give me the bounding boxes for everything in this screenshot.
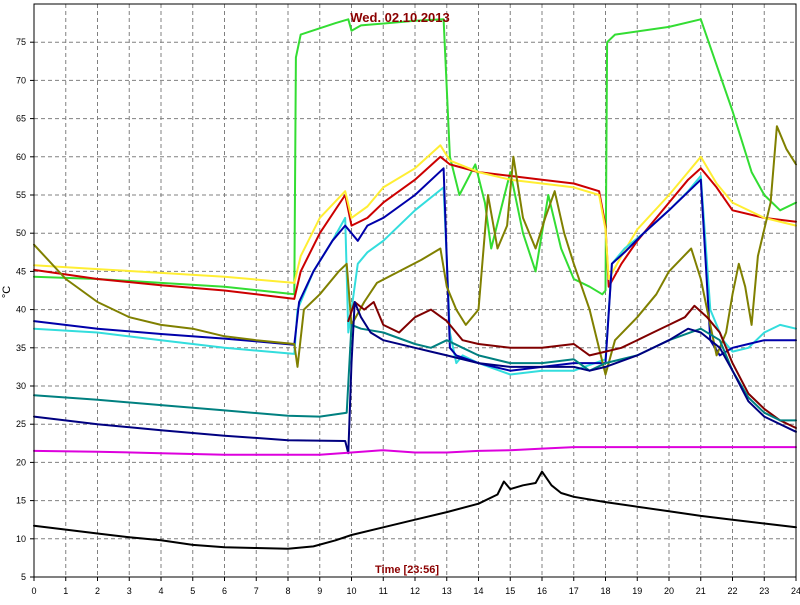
x-tick-label: 16 <box>537 586 547 596</box>
x-tick-label: 4 <box>158 586 163 596</box>
y-tick-label: 40 <box>16 305 26 315</box>
y-tick-label: 20 <box>16 457 26 467</box>
x-tick-label: 5 <box>190 586 195 596</box>
x-tick-label: 0 <box>31 586 36 596</box>
y-tick-label: 25 <box>16 419 26 429</box>
x-tick-label: 21 <box>696 586 706 596</box>
y-tick-label: 30 <box>16 381 26 391</box>
x-tick-label: 1 <box>63 586 68 596</box>
x-tick-label: 23 <box>759 586 769 596</box>
y-tick-label: 45 <box>16 266 26 276</box>
y-tick-label: 35 <box>16 343 26 353</box>
x-tick-label: 17 <box>569 586 579 596</box>
y-tick-label: 70 <box>16 75 26 85</box>
x-tick-label: 2 <box>95 586 100 596</box>
x-tick-label: 7 <box>254 586 259 596</box>
chart-container: 0 1 2 3 4 5 6 7 8 9 10 11 12 13 14 15 16 17 18 19 20 21 22 23 24… <box>0 0 800 600</box>
y-tick-label: 10 <box>16 534 26 544</box>
line-chart: 0 1 2 3 4 5 6 7 8 9 10 11 12 13 14 15 16 17 18 19 20 21 22 23 24… <box>0 0 800 600</box>
y-tick-label: 75 <box>16 37 26 47</box>
y-tick-label: 5 <box>21 572 26 582</box>
x-tick-label: 14 <box>473 586 483 596</box>
x-tick-label: 24 <box>791 586 800 596</box>
x-tick-label: 20 <box>664 586 674 596</box>
x-tick-label: 8 <box>285 586 290 596</box>
y-axis-label: °C <box>1 286 13 298</box>
x-tick-label: 11 <box>379 586 388 596</box>
x-tick-label: 9 <box>317 586 322 596</box>
x-tick-label: 3 <box>127 586 132 596</box>
y-tick-label: 60 <box>16 152 26 162</box>
y-tick-label: 55 <box>16 190 26 200</box>
chart-title: Wed. 02.10.2013 <box>350 10 450 25</box>
x-tick-label: 12 <box>410 586 420 596</box>
x-tick-label: 22 <box>727 586 737 596</box>
x-tick-label: 15 <box>505 586 515 596</box>
y-tick-label: 15 <box>16 496 26 506</box>
y-tick-label: 65 <box>16 114 26 124</box>
x-tick-label: 10 <box>346 586 356 596</box>
x-axis-label: Time [23:56] <box>375 564 439 576</box>
x-tick-label: 19 <box>632 586 642 596</box>
y-tick-label: 50 <box>16 228 26 238</box>
chart-background <box>0 0 800 600</box>
x-tick-label: 18 <box>600 586 610 596</box>
x-tick-label: 6 <box>222 586 227 596</box>
x-tick-label: 13 <box>442 586 452 596</box>
